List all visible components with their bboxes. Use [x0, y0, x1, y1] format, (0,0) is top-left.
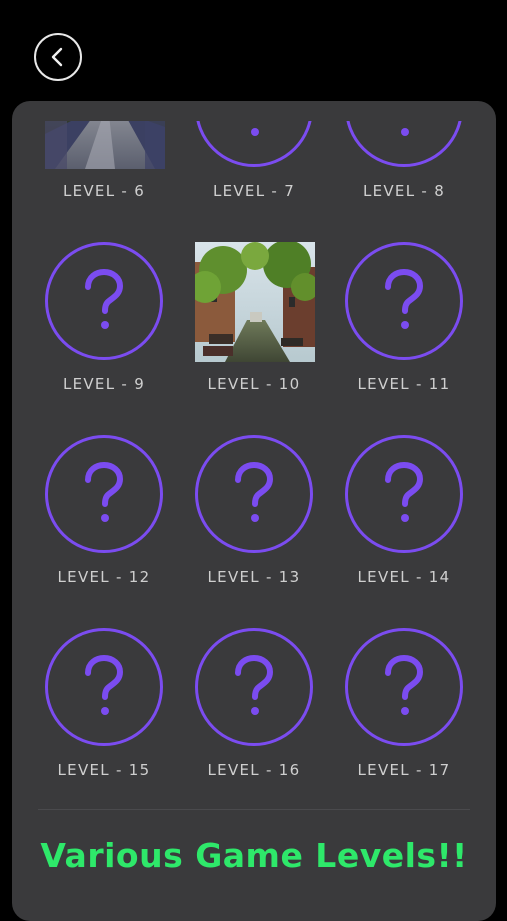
- question-mark-icon: [385, 655, 424, 715]
- level-label: LEVEL - 17: [357, 761, 451, 779]
- level-label: LEVEL - 12: [57, 568, 151, 586]
- question-mark-icon: [385, 462, 424, 522]
- level-label: LEVEL - 6: [62, 182, 146, 200]
- level-label: LEVEL - 14: [357, 568, 451, 586]
- question-mark-icon: [251, 128, 259, 136]
- level-tile[interactable]: LEVEL - 12: [29, 435, 179, 628]
- level-tile[interactable]: LEVEL - 11: [329, 242, 479, 435]
- level-row: LEVEL - 6 LEVEL - 7 LEVEL - 8: [12, 121, 496, 242]
- locked-level-badge: [195, 435, 313, 553]
- level-label: LEVEL - 16: [207, 761, 301, 779]
- level-tile[interactable]: LEVEL - 16: [179, 628, 329, 807]
- question-mark-icon: [85, 462, 124, 522]
- question-mark-icon: [85, 655, 124, 715]
- level-tile[interactable]: LEVEL - 9: [29, 242, 179, 435]
- question-mark-icon: [235, 462, 274, 522]
- level-label: LEVEL - 11: [357, 375, 451, 393]
- level-thumbnail-canal-street: [195, 242, 315, 362]
- level-tile[interactable]: LEVEL - 13: [179, 435, 329, 628]
- level-tile[interactable]: LEVEL - 8: [329, 121, 479, 242]
- question-mark-icon: [235, 655, 274, 715]
- level-grid-viewport[interactable]: LEVEL - 6 LEVEL - 7 LEVEL - 8 LEVEL - 9: [12, 121, 496, 807]
- level-grid: LEVEL - 6 LEVEL - 7 LEVEL - 8 LEVEL - 9: [12, 121, 496, 807]
- level-label: LEVEL - 10: [207, 375, 301, 393]
- locked-level-badge: [195, 121, 313, 167]
- question-mark-icon: [385, 269, 424, 329]
- level-label: LEVEL - 15: [57, 761, 151, 779]
- level-label: LEVEL - 9: [62, 375, 146, 393]
- divider: [38, 809, 470, 810]
- level-tile[interactable]: LEVEL - 10: [179, 242, 329, 435]
- level-label: LEVEL - 7: [212, 182, 296, 200]
- level-row: LEVEL - 12 LEVEL - 13 LEVEL - 14: [12, 435, 496, 628]
- locked-level-badge: [345, 435, 463, 553]
- question-mark-icon: [85, 269, 124, 329]
- level-tile[interactable]: LEVEL - 6: [29, 121, 179, 242]
- level-row: LEVEL - 9 LEVEL - 10 LEVEL - 11: [12, 242, 496, 435]
- question-mark-icon: [401, 128, 409, 136]
- level-label: LEVEL - 8: [362, 182, 446, 200]
- level-tile[interactable]: LEVEL - 7: [179, 121, 329, 242]
- level-tile[interactable]: LEVEL - 14: [329, 435, 479, 628]
- locked-level-badge: [45, 628, 163, 746]
- level-thumbnail-forest-road: [45, 121, 165, 169]
- locked-level-badge: [45, 435, 163, 553]
- level-row: LEVEL - 15 LEVEL - 16 LEVEL - 17: [12, 628, 496, 807]
- locked-level-badge: [45, 242, 163, 360]
- back-button[interactable]: [34, 33, 82, 81]
- promo-text: Various Game Levels!!: [40, 836, 468, 875]
- level-label: LEVEL - 13: [207, 568, 301, 586]
- chevron-left-icon: [51, 47, 63, 67]
- level-select-panel: LEVEL - 6 LEVEL - 7 LEVEL - 8 LEVEL - 9: [12, 101, 496, 921]
- level-tile[interactable]: LEVEL - 17: [329, 628, 479, 807]
- locked-level-badge: [195, 628, 313, 746]
- locked-level-badge: [345, 242, 463, 360]
- locked-level-badge: [345, 121, 463, 167]
- locked-level-badge: [345, 628, 463, 746]
- level-tile[interactable]: LEVEL - 15: [29, 628, 179, 807]
